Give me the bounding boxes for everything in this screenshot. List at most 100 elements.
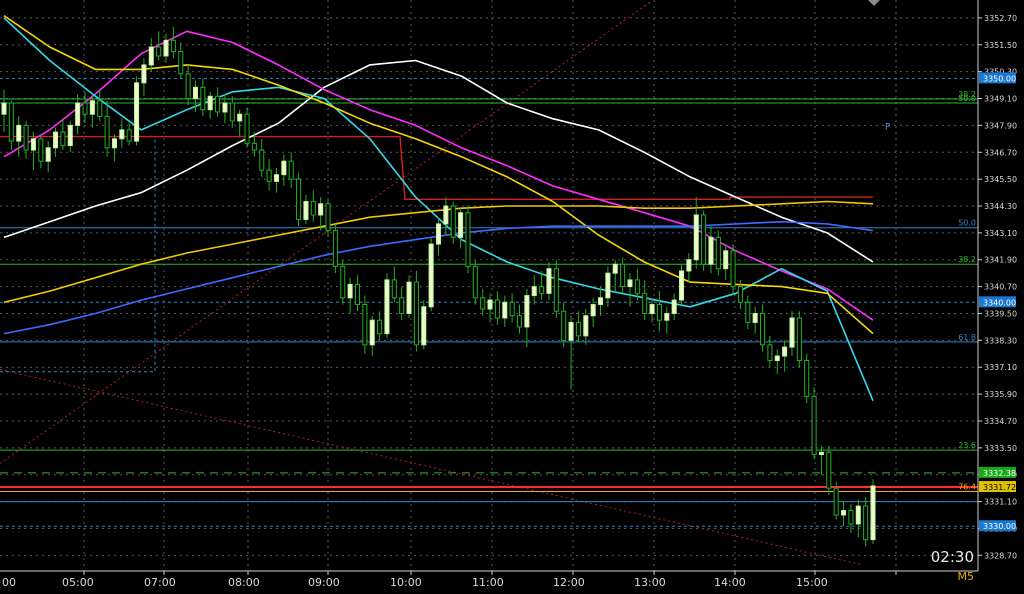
candle-body-87 <box>642 292 648 314</box>
candle-body-82 <box>605 272 611 299</box>
candle-body-33 <box>244 113 250 144</box>
candle-body-34 <box>251 142 257 151</box>
candle-body-65 <box>480 297 486 310</box>
candle-body-76 <box>561 310 567 341</box>
candle-body-72 <box>531 286 537 297</box>
candle-body-91 <box>671 299 677 314</box>
candle-body-54 <box>399 297 405 314</box>
candle-body-63 <box>465 212 471 267</box>
candle-body-50 <box>369 319 375 346</box>
candle-body-31 <box>229 102 235 122</box>
candle-body-109 <box>804 360 810 397</box>
candle-body-32 <box>237 113 243 122</box>
candle-body-61 <box>450 205 456 238</box>
moving-average-2 <box>3 17 874 402</box>
price-tick-label-14: 3335.90 <box>984 390 1017 399</box>
candle-body-89 <box>656 304 662 321</box>
candle-body-10 <box>75 102 81 126</box>
price-tick-label-0: 3352.70 <box>984 14 1017 23</box>
candle-body-83 <box>612 263 618 274</box>
candle-body-37 <box>273 174 280 182</box>
candle-body-62 <box>458 212 464 238</box>
candle-body-60 <box>443 205 449 225</box>
candle-body-92 <box>679 270 685 301</box>
candle-body-96 <box>708 236 714 265</box>
candle-body-108 <box>796 317 802 362</box>
time-label-4: 09:00 <box>308 576 340 589</box>
candle-body-27 <box>200 86 206 111</box>
candle-body-9 <box>67 124 73 147</box>
candle-body-100 <box>737 286 743 303</box>
candle-body-13 <box>97 100 103 117</box>
candle-body-71 <box>524 295 530 328</box>
level-label-10: 76.4 <box>958 483 976 492</box>
candle-body-106 <box>782 346 788 357</box>
price-tick-label-3: 3349.10 <box>984 95 1017 104</box>
pivot-label: P <box>885 122 891 132</box>
candle-body-12 <box>89 100 95 115</box>
candle-body-49 <box>362 304 368 346</box>
candle-body-80 <box>590 304 596 317</box>
scroll-marker-icon <box>868 0 880 6</box>
time-label-8: 13:00 <box>634 576 666 589</box>
candle-body-113 <box>833 487 839 516</box>
candle-body-64 <box>472 265 478 299</box>
level-label-4: 38.2 <box>958 255 976 264</box>
price-tick-label-9: 3341.90 <box>984 256 1017 265</box>
candle-body-103 <box>760 312 766 346</box>
level-label-7: 23.6 <box>958 441 976 450</box>
candle-body-20 <box>148 46 154 66</box>
candle-body-105 <box>774 355 780 362</box>
candle-body-75 <box>553 268 559 312</box>
candle-body-1 <box>8 102 14 142</box>
price-tick-label-13: 3337.10 <box>984 363 1017 372</box>
price-tick-label-18: 3331.10 <box>984 498 1017 507</box>
candle-body-67 <box>494 299 500 319</box>
candle-body-78 <box>575 321 581 337</box>
time-label-5: 10:00 <box>390 576 422 589</box>
candle-body-94 <box>693 214 699 261</box>
candle-body-117 <box>863 505 869 541</box>
candle-body-18 <box>134 82 140 142</box>
candle-body-88 <box>649 304 655 314</box>
candle-body-45 <box>332 230 338 267</box>
price-tick-label-20: 3328.70 <box>984 551 1017 560</box>
candle-body-101 <box>745 301 751 323</box>
pivot-step-line <box>0 135 873 200</box>
candle-body-28 <box>207 95 213 111</box>
candle-body-77 <box>568 321 574 341</box>
candle-body-81 <box>597 297 604 306</box>
candle-body-85 <box>627 279 633 288</box>
candle-body-15 <box>111 138 117 149</box>
candle-body-86 <box>634 279 640 294</box>
candle-body-51 <box>377 319 383 335</box>
candle-body-55 <box>406 281 412 314</box>
moving-average-1 <box>3 30 874 321</box>
candle-body-11 <box>82 102 88 115</box>
candle-body-5 <box>38 138 44 162</box>
candle-body-66 <box>487 299 493 310</box>
price-chart[interactable]: 38.2 50.0 50.0 38.2 61.8 23.6 76.4 P 3352.70 3351… <box>0 0 1024 590</box>
candle-body-98 <box>723 250 729 270</box>
time-label-1: 05:00 <box>62 576 94 589</box>
price-tick-label-15: 3334.70 <box>984 417 1017 426</box>
candle-body-107 <box>789 317 795 348</box>
candle-body-7 <box>53 131 59 149</box>
price-tick-label-5: 3346.70 <box>984 148 1017 157</box>
chart-canvas[interactable]: 38.250.050.038.261.823.676.4P3352.703351… <box>0 0 1024 590</box>
candle-body-17 <box>126 129 132 142</box>
candle-body-8 <box>60 131 66 147</box>
candle-body-30 <box>222 102 228 113</box>
candle-body-70 <box>516 315 523 328</box>
candle-body-99 <box>730 250 736 288</box>
candle-body-22 <box>163 39 169 57</box>
price-tick-label-6: 3345.50 <box>984 175 1017 184</box>
candle-body-21 <box>156 46 162 57</box>
price-tag-5: 3340.00 <box>983 298 1016 307</box>
candle-body-23 <box>170 39 176 53</box>
candle-body-57 <box>421 306 427 346</box>
price-tick-label-1: 3351.50 <box>984 41 1017 50</box>
price-tag-8: 3332.38 <box>983 469 1016 478</box>
time-label-2: 07:00 <box>144 576 176 589</box>
candle-body-102 <box>752 312 758 323</box>
